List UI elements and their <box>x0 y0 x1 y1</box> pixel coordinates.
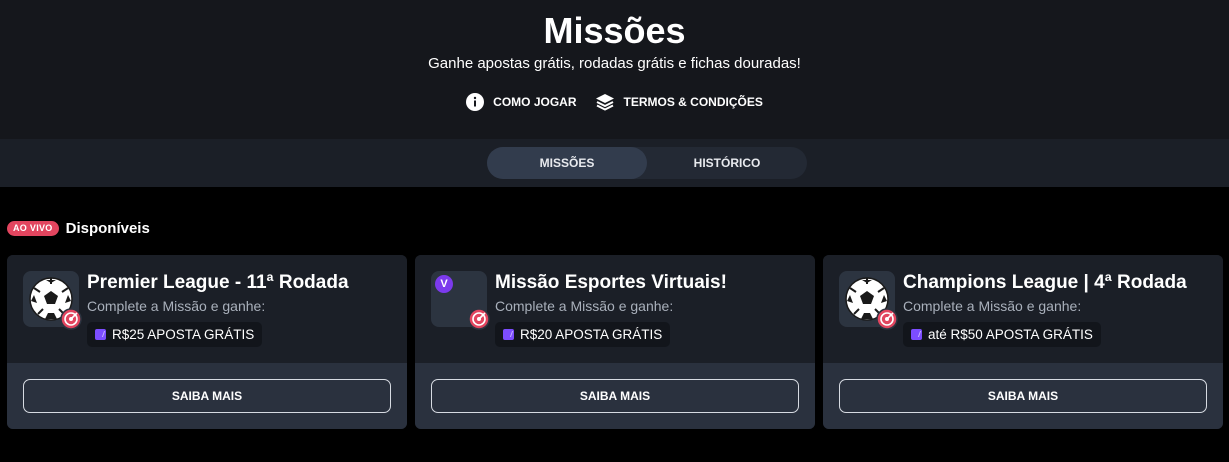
layers-icon <box>595 93 615 111</box>
terms-conditions-label: TERMOS & CONDIÇÕES <box>623 95 763 109</box>
reward-label: até R$50 APOSTA GRÁTIS <box>928 327 1093 342</box>
learn-more-button[interactable]: SAIBA MAIS <box>431 379 799 413</box>
reward-badge: R$25 APOSTA GRÁTIS <box>87 322 263 347</box>
mission-title: Champions League | 4ª Rodada <box>903 272 1187 293</box>
mission-thumbnail <box>839 271 898 330</box>
mission-title: Missão Esportes Virtuais! <box>495 272 727 293</box>
target-icon <box>876 308 898 330</box>
mission-card: Premier League - 11ª Rodada Complete a M… <box>7 255 407 429</box>
tabs-bar: MISSÕES HISTÓRICO <box>0 139 1229 187</box>
live-badge: AO VIVO <box>7 221 59 236</box>
reward-label: R$25 APOSTA GRÁTIS <box>112 327 255 342</box>
target-icon <box>60 308 82 330</box>
tab-history[interactable]: HISTÓRICO <box>647 147 807 179</box>
mission-card-footer: SAIBA MAIS <box>415 363 815 429</box>
tab-missions[interactable]: MISSÕES <box>487 147 647 179</box>
mission-card-footer: SAIBA MAIS <box>7 363 407 429</box>
how-to-play-label: COMO JOGAR <box>493 95 577 109</box>
header-links: COMO JOGAR TERMOS & CONDIÇÕES <box>0 92 1229 112</box>
mission-card: Champions League | 4ª Rodada Complete a … <box>823 255 1223 429</box>
free-bet-icon <box>911 329 922 340</box>
virtual-sports-icon: V <box>435 275 453 293</box>
mission-card-footer: SAIBA MAIS <box>823 363 1223 429</box>
target-icon <box>468 308 490 330</box>
learn-more-button[interactable]: SAIBA MAIS <box>23 379 391 413</box>
learn-more-button[interactable]: SAIBA MAIS <box>839 379 1207 413</box>
terms-conditions-link[interactable]: TERMOS & CONDIÇÕES <box>595 92 763 112</box>
mission-title: Premier League - 11ª Rodada <box>87 272 349 293</box>
mission-description: Complete a Missão e ganhe: <box>87 298 266 314</box>
reward-label: R$20 APOSTA GRÁTIS <box>520 327 663 342</box>
how-to-play-link[interactable]: COMO JOGAR <box>466 92 577 112</box>
section-title: Disponíveis <box>65 220 150 237</box>
mission-thumbnail: V <box>431 271 490 330</box>
mission-description: Complete a Missão e ganhe: <box>903 298 1082 314</box>
mission-card-body: Champions League | 4ª Rodada Complete a … <box>823 255 1223 363</box>
mission-card: V Missão Esportes Virtuais! Complete a M… <box>415 255 815 429</box>
reward-badge: até R$50 APOSTA GRÁTIS <box>903 322 1101 347</box>
mission-card-body: Premier League - 11ª Rodada Complete a M… <box>7 255 407 363</box>
missions-header: Missões Ganhe apostas grátis, rodadas gr… <box>0 0 1229 139</box>
mission-thumbnail <box>23 271 82 330</box>
page-title: Missões <box>543 10 686 51</box>
reward-badge: R$20 APOSTA GRÁTIS <box>495 322 671 347</box>
mission-description: Complete a Missão e ganhe: <box>495 298 674 314</box>
tab-switcher: MISSÕES HISTÓRICO <box>487 147 807 179</box>
page-subtitle: Ganhe apostas grátis, rodadas grátis e f… <box>428 55 801 72</box>
mission-card-body: V Missão Esportes Virtuais! Complete a M… <box>415 255 815 363</box>
free-bet-icon <box>503 329 514 340</box>
section-heading: AO VIVO Disponíveis <box>7 220 150 237</box>
info-icon <box>466 93 485 111</box>
free-bet-icon <box>95 329 106 340</box>
